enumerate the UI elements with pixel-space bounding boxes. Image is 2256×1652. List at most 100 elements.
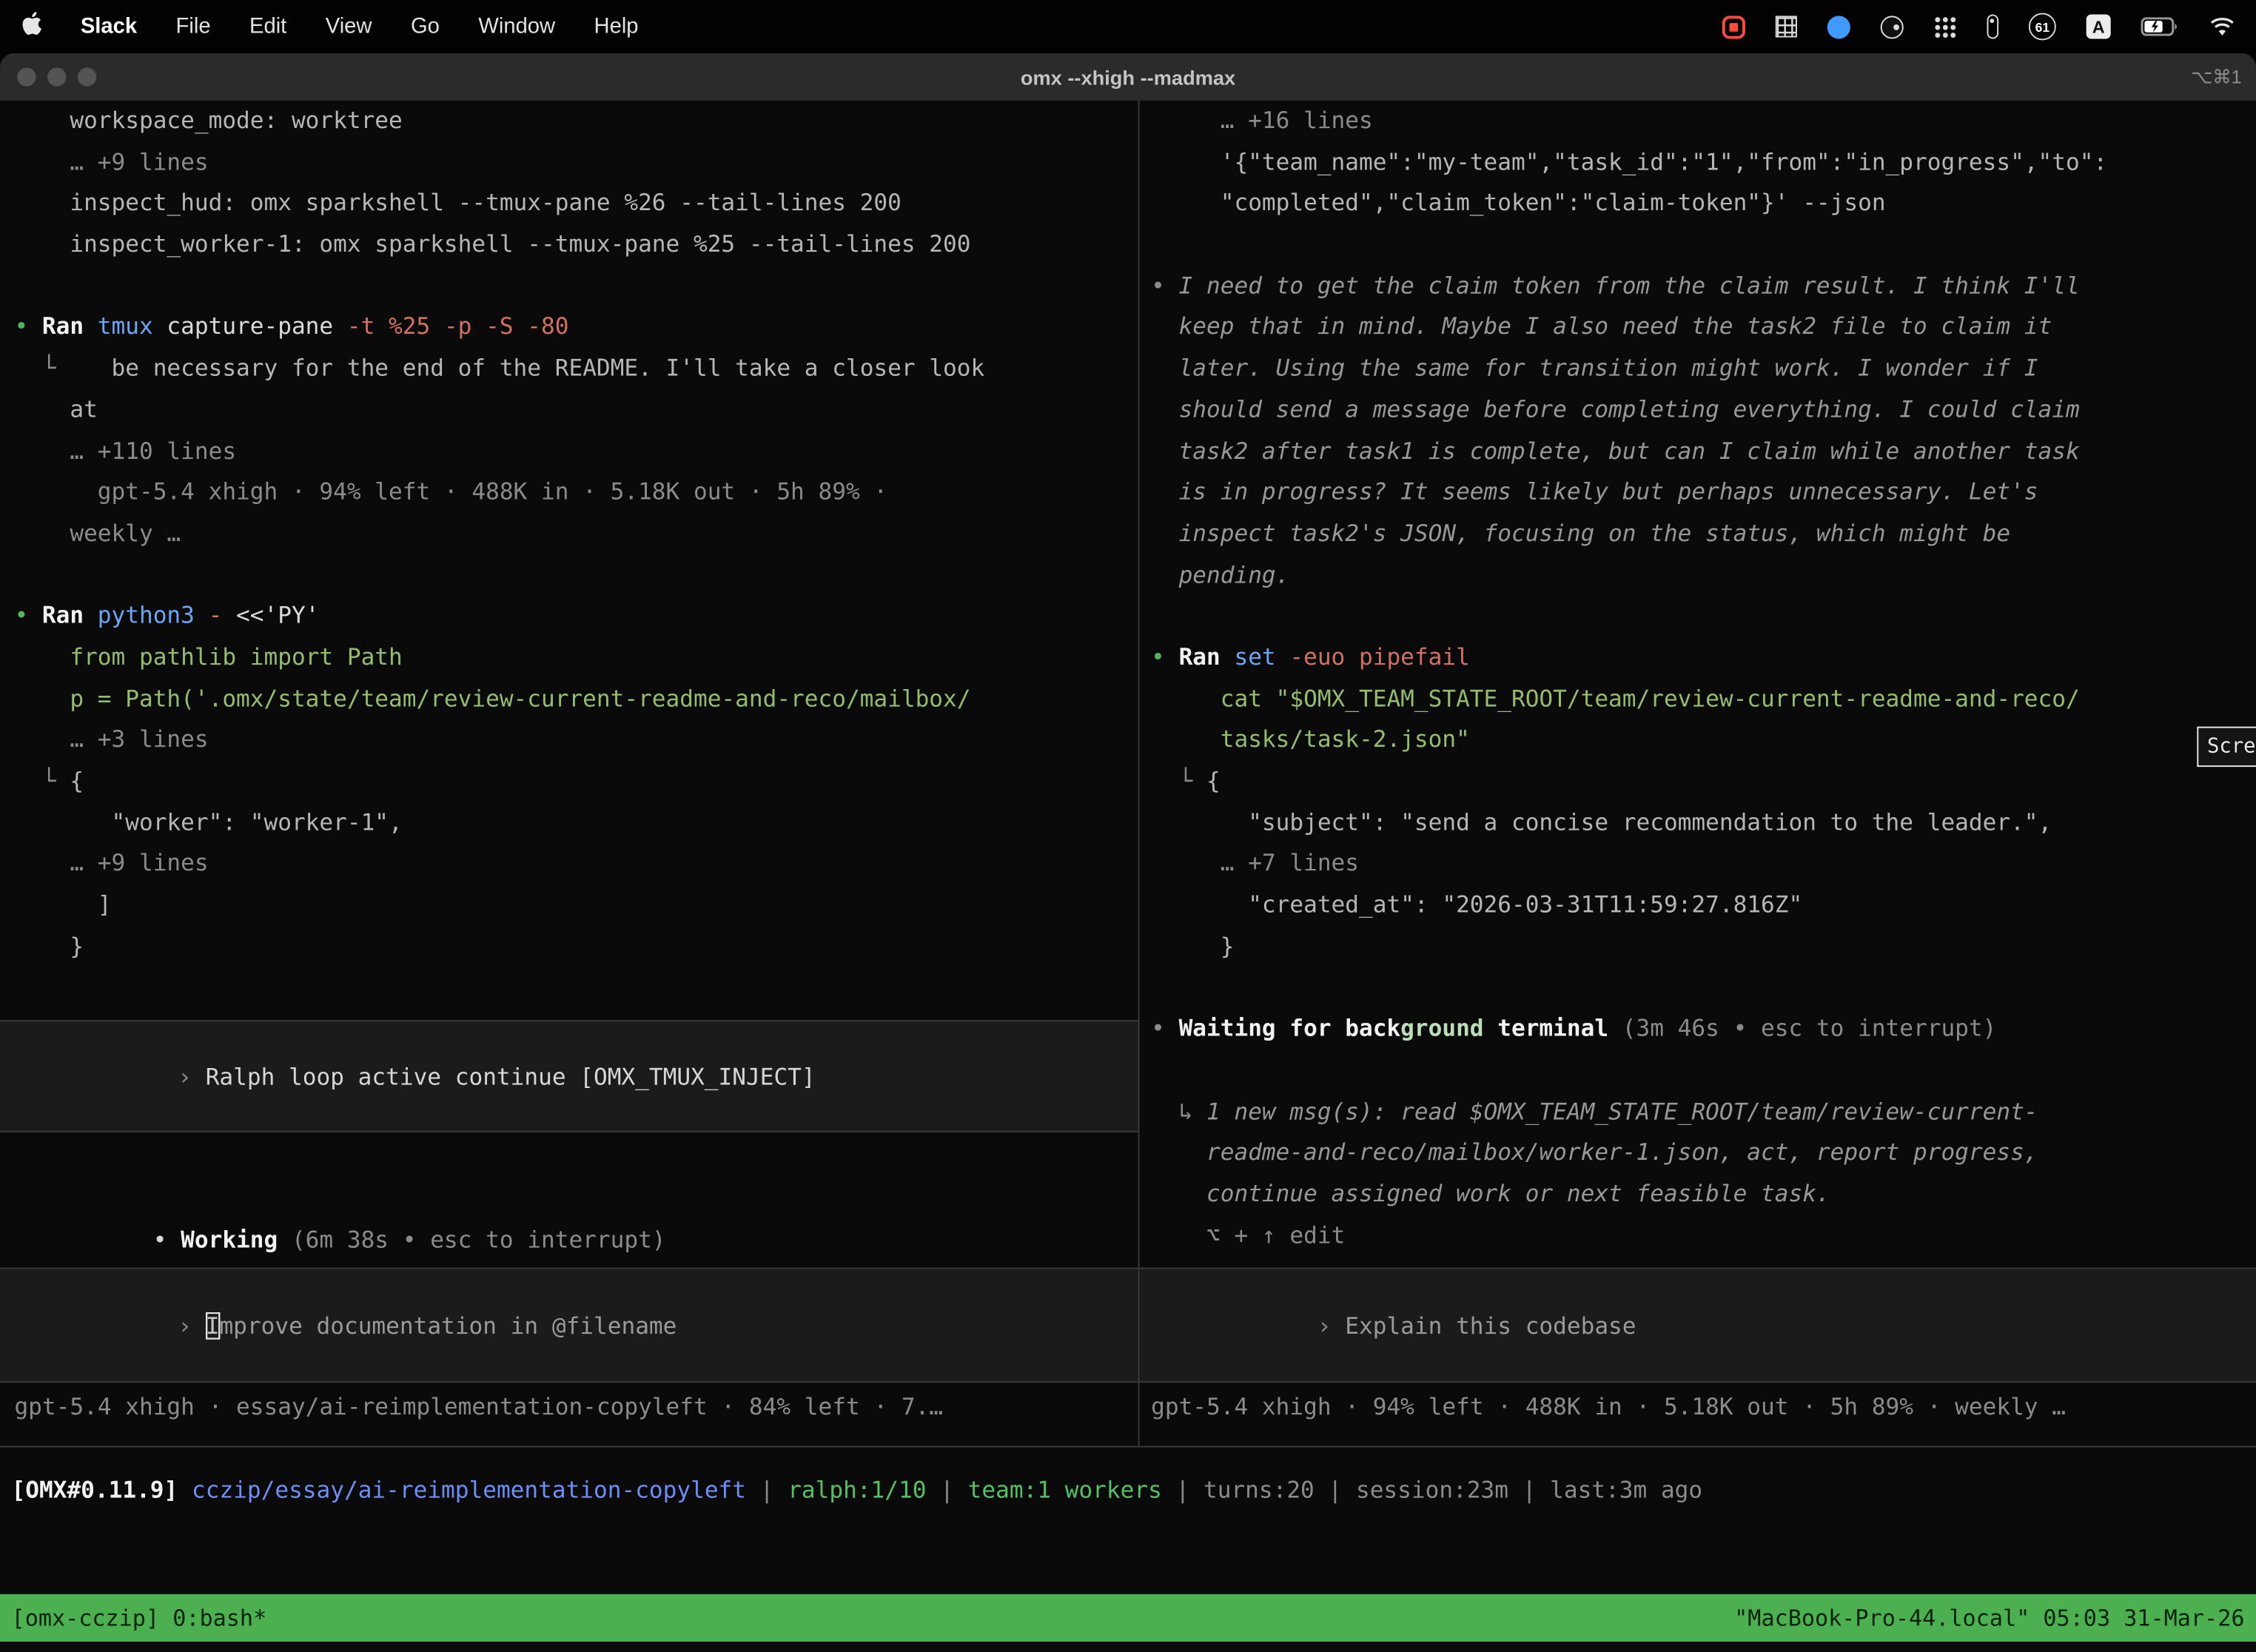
window-title: omx --xhigh --madmax — [0, 65, 2256, 88]
terminal-line: [OMX#0.11.9] cczip/essay/ai-reimplementa… — [12, 1471, 2256, 1512]
terminal-line: └ { — [1151, 761, 2256, 802]
dark-app-icon[interactable] — [1881, 15, 1904, 38]
terminal-line: readme-and-reco/mailbox/worker-1.json, a… — [1151, 1132, 2256, 1174]
terminal-line: • Waiting for background terminal (3m 46… — [1151, 1009, 2256, 1050]
window-titlebar[interactable]: omx --xhigh --madmax ⌥⌘1 — [0, 53, 2256, 101]
terminal-line: ↳ 1 new msg(s): read $OMX_TEAM_STATE_ROO… — [1151, 1091, 2256, 1132]
composer-prompt-icon: › — [1317, 1312, 1345, 1339]
pane-divider[interactable] — [1138, 101, 1140, 1446]
tmux-session-label[interactable]: [omx-cczip] 0:bash* — [12, 1605, 267, 1631]
menu-edit[interactable]: Edit — [249, 14, 286, 38]
working-label: Working — [181, 1226, 292, 1253]
terminal-line: ⌥ + ↑ edit — [1151, 1215, 2256, 1257]
terminal-line: "worker": "worker-1", — [14, 802, 1138, 844]
terminal-line — [1151, 1050, 2256, 1092]
terminal-line: "created_at": "2026-03-31T11:59:27.816Z" — [1151, 885, 2256, 927]
terminal-line: '{"team_name":"my-team","task_id":"1","f… — [1151, 142, 2256, 184]
terminal-line: • Ran tmux capture-pane -t %25 -p -S -80 — [14, 307, 1138, 349]
banner-text: Ralph loop active continue [OMX_TMUX_INJ… — [206, 1063, 816, 1090]
terminal-line: at — [14, 389, 1138, 431]
composer-placeholder: mprove documentation in @filename — [219, 1312, 677, 1339]
input-source-icon[interactable]: A — [2087, 14, 2111, 38]
menu-bar-status-items: 61 A — [1722, 13, 2236, 40]
terminal-line: • I need to get the claim token from the… — [1151, 266, 2256, 307]
window-shortcut-hint: ⌥⌘1 — [2191, 65, 2241, 88]
terminal-line: from pathlib import Path — [14, 637, 1138, 679]
terminal-line: workspace_mode: worktree — [14, 101, 1138, 142]
terminal-line: gpt-5.4 xhigh · 94% left · 488K in · 5.1… — [14, 472, 1138, 514]
terminal-line: keep that in mind. Maybe I also need the… — [1151, 307, 2256, 349]
battery-percentage-icon[interactable]: 61 — [2029, 13, 2056, 40]
omx-session-status: [OMX#0.11.9] cczip/essay/ai-reimplementa… — [12, 1471, 2256, 1512]
battery-icon[interactable] — [2141, 17, 2179, 36]
tmux-host-clock: "MacBook-Pro-44.local" 05:03 31-Mar-26 — [1734, 1605, 2244, 1631]
terminal-line: weekly … — [14, 514, 1138, 555]
terminal-line: … +110 lines — [14, 431, 1138, 472]
menu-view[interactable]: View — [326, 14, 372, 38]
terminal-line — [14, 266, 1138, 307]
menu-help[interactable]: Help — [594, 14, 639, 38]
menu-file[interactable]: File — [176, 14, 211, 38]
terminal-line: should send a message before completing … — [1151, 389, 2256, 431]
terminal-line: … +3 lines — [14, 720, 1138, 762]
text-cursor: I — [206, 1312, 220, 1339]
model-status-right: gpt-5.4 xhigh · 94% left · 488K in · 5.1… — [1151, 1387, 2066, 1428]
grid-app-icon[interactable] — [1776, 16, 1797, 37]
terminal-line — [14, 554, 1138, 596]
terminal-output-left: workspace_mode: worktree … +9 lines insp… — [14, 101, 1138, 967]
terminal-line: continue assigned work or next feasible … — [1151, 1174, 2256, 1215]
terminal-line: pending. — [1151, 554, 2256, 596]
composer-input-right[interactable]: › Explain this codebase — [1140, 1268, 2256, 1383]
composer-prompt-icon: › — [178, 1312, 205, 1339]
terminal-window: omx --xhigh --madmax ⌥⌘1 workspace_mode:… — [0, 53, 2256, 1652]
screen-recording-stop-icon[interactable] — [1722, 15, 1745, 38]
model-status-left: gpt-5.4 xhigh · essay/ai-reimplementatio… — [14, 1387, 943, 1428]
terminal-line: └ { — [14, 761, 1138, 802]
terminal-line: … +16 lines — [1151, 101, 2256, 142]
terminal-line: cat "$OMX_TEAM_STATE_ROOT/team/review-cu… — [1151, 679, 2256, 720]
terminal-line: "completed","claim_token":"claim-token"}… — [1151, 184, 2256, 225]
menu-window[interactable]: Window — [478, 14, 555, 38]
terminal-line — [1151, 596, 2256, 637]
terminal-line: inspect_worker-1: omx sparkshell --tmux-… — [14, 224, 1138, 266]
working-indicator: • Working (6m 38s • esc to interrupt) — [14, 1178, 665, 1220]
banner-prompt: › — [178, 1063, 205, 1090]
status-divider — [0, 1446, 2256, 1448]
terminal-line: inspect_hud: omx sparkshell --tmux-pane … — [14, 184, 1138, 225]
terminal-output-right: … +16 lines '{"team_name":"my-team","tas… — [1151, 101, 2256, 1256]
blue-app-icon[interactable] — [1827, 15, 1850, 38]
terminal-line: • Ran set -euo pipefail — [1151, 637, 2256, 679]
apple-menu-icon[interactable] — [20, 12, 41, 42]
working-detail: (6m 38s • esc to interrupt) — [292, 1226, 666, 1253]
terminal-line: • Ran python3 - <<'PY' — [14, 596, 1138, 637]
terminal-line — [1151, 967, 2256, 1009]
terminal-line: is in progress? It seems likely but perh… — [1151, 472, 2256, 514]
screen-overlay-tooltip: Scre — [2197, 727, 2256, 767]
menu-go[interactable]: Go — [411, 14, 440, 38]
terminal-line: … +9 lines — [14, 142, 1138, 184]
composer-input-left[interactable]: › Improve documentation in @filename — [0, 1268, 1138, 1383]
terminal-line: p = Path('.omx/state/team/review-current… — [14, 679, 1138, 720]
pane-left[interactable]: workspace_mode: worktree … +9 lines insp… — [0, 101, 1138, 1446]
terminal-line: } — [14, 926, 1138, 967]
terminal-line: └ be necessary for the end of the README… — [14, 349, 1138, 390]
app-menu-slack[interactable]: Slack — [81, 14, 137, 38]
terminal-line: inspect task2's JSON, focusing on the st… — [1151, 514, 2256, 555]
dots-grid-icon[interactable] — [1934, 15, 1957, 38]
menu-bar-left: Slack File Edit View Go Window Help — [20, 12, 638, 42]
terminal-line: tasks/task-2.json" — [1151, 720, 2256, 762]
key-icon[interactable] — [1987, 14, 1999, 38]
terminal-line: ] — [14, 885, 1138, 927]
terminal-line: … +9 lines — [14, 844, 1138, 885]
tmux-inject-banner: › Ralph loop active continue [OMX_TMUX_I… — [0, 1020, 1138, 1132]
terminal-line: task2 after task1 is complete, but can I… — [1151, 431, 2256, 472]
terminal-line — [1151, 224, 2256, 266]
composer-placeholder: Explain this codebase — [1345, 1312, 1636, 1339]
tmux-status-bar: [omx-cczip] 0:bash* "MacBook-Pro-44.loca… — [0, 1594, 2256, 1642]
pane-right[interactable]: … +16 lines '{"team_name":"my-team","tas… — [1140, 101, 2256, 1446]
terminal-line: … +7 lines — [1151, 844, 2256, 885]
terminal-content: workspace_mode: worktree … +9 lines insp… — [0, 101, 2256, 1652]
desktop: Slack File Edit View Go Window Help 61 A — [0, 0, 2256, 1652]
terminal-line: } — [1151, 926, 2256, 967]
wifi-icon[interactable] — [2209, 16, 2236, 36]
